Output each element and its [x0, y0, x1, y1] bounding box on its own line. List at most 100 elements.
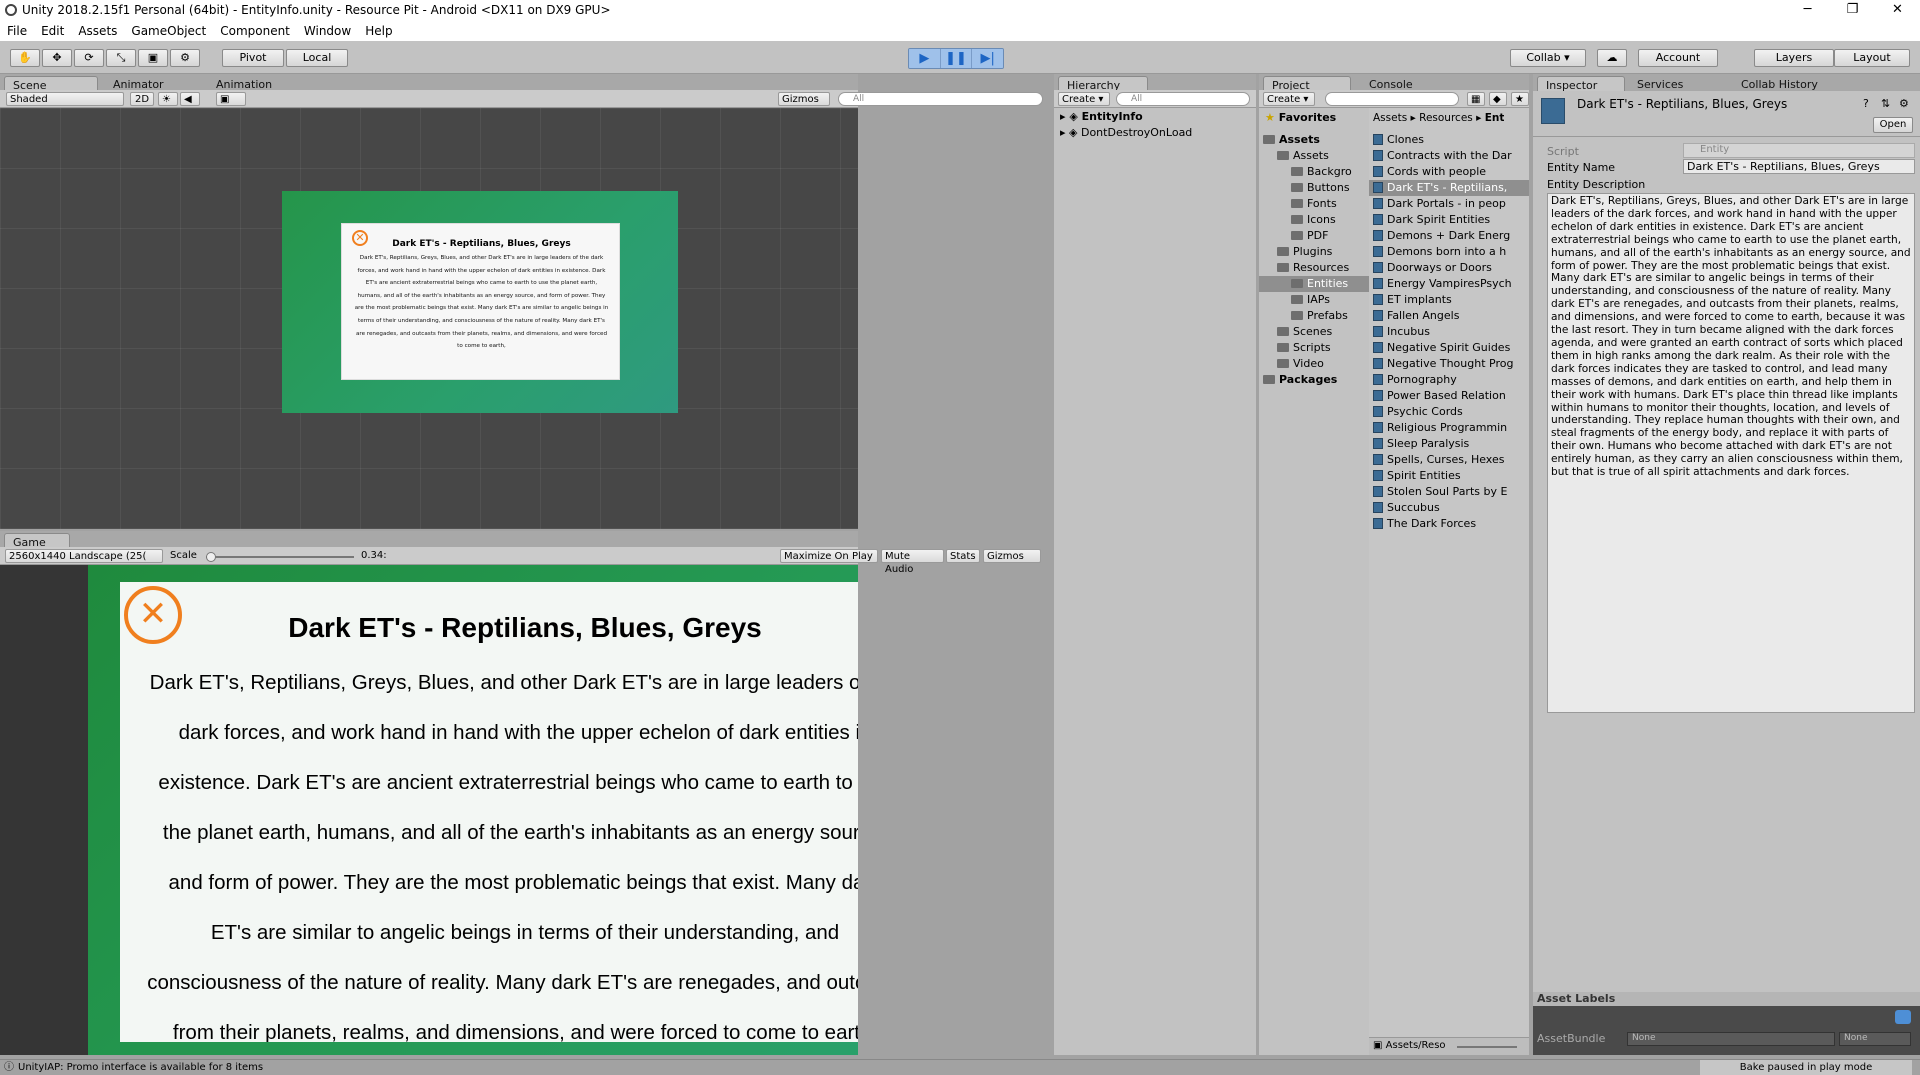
assetbundle-name-dropdown[interactable]: None — [1627, 1032, 1835, 1046]
asset-file-item[interactable]: Succubus — [1369, 500, 1529, 516]
folder-tree-item[interactable]: Plugins — [1259, 244, 1369, 260]
game-view[interactable]: ✕ Dark ET's - Reptilians, Blues, Greys D… — [0, 565, 858, 1055]
layers-dropdown[interactable]: Layers — [1754, 49, 1834, 67]
asset-file-item[interactable]: Demons + Dark Energ — [1369, 228, 1529, 244]
asset-file-item[interactable]: Negative Spirit Guides — [1369, 340, 1529, 356]
folder-tree-item[interactable]: Entities — [1259, 276, 1369, 292]
status-message[interactable]: UnityIAP: Promo interface is available f… — [18, 1060, 263, 1075]
scene-view[interactable]: ✕ Dark ET's - Reptilians, Blues, Greys D… — [0, 108, 858, 529]
folder-tree-item[interactable]: Icons — [1259, 212, 1369, 228]
collab-button[interactable]: Collab ▾ — [1510, 49, 1586, 67]
asset-file-item[interactable]: Fallen Angels — [1369, 308, 1529, 324]
menu-gameobject[interactable]: GameObject — [124, 24, 213, 38]
scene-search-input[interactable]: All — [838, 92, 1043, 106]
menu-edit[interactable]: Edit — [34, 24, 71, 38]
lighting-icon[interactable]: ☀ — [158, 92, 178, 106]
filter-label-icon[interactable]: ◆ — [1489, 92, 1507, 106]
project-create-dropdown[interactable]: Create ▾ — [1263, 92, 1315, 106]
resolution-dropdown[interactable]: 2560x1440 Landscape (25( — [5, 549, 163, 563]
preset-icon[interactable]: ⇅ — [1881, 97, 1890, 110]
play-button[interactable]: ▶ — [909, 49, 941, 68]
transform-tool-icon[interactable]: ⚙ — [170, 49, 200, 67]
favorites-item[interactable]: ★ Favorites — [1265, 110, 1336, 126]
hierarchy-item-dontdestroyonload[interactable]: ▸ ◈ DontDestroyOnLoad — [1060, 125, 1192, 141]
asset-file-item[interactable]: Stolen Soul Parts by E — [1369, 484, 1529, 500]
asset-file-item[interactable]: Contracts with the Dar — [1369, 148, 1529, 164]
scene-gizmos-dropdown[interactable]: Gizmos ▾ — [778, 92, 830, 118]
pause-button[interactable]: ❚❚ — [940, 49, 973, 68]
asset-file-item[interactable]: Psychic Cords — [1369, 404, 1529, 420]
asset-file-item[interactable]: Pornography — [1369, 372, 1529, 388]
audio-icon[interactable]: ◀ — [180, 92, 200, 106]
local-button[interactable]: Local — [286, 49, 348, 67]
asset-file-item[interactable]: Spirit Entities — [1369, 468, 1529, 484]
hierarchy-create-dropdown[interactable]: Create ▾ — [1058, 92, 1110, 106]
folder-tree-item[interactable]: Backgro — [1259, 164, 1369, 180]
asset-file-item[interactable]: Incubus — [1369, 324, 1529, 340]
2d-toggle[interactable]: 2D — [130, 92, 154, 106]
asset-file-item[interactable]: Energy VampiresPsych — [1369, 276, 1529, 292]
breadcrumb-item[interactable]: Ent — [1485, 112, 1505, 124]
folder-tree-item[interactable]: PDF — [1259, 228, 1369, 244]
folder-tree-item[interactable]: Buttons — [1259, 180, 1369, 196]
asset-file-item[interactable]: Spells, Curses, Hexes — [1369, 452, 1529, 468]
folder-tree-item[interactable]: Fonts — [1259, 196, 1369, 212]
menu-component[interactable]: Component — [213, 24, 297, 38]
account-dropdown[interactable]: Account — [1638, 49, 1718, 67]
favorite-star-icon[interactable]: ★ — [1511, 92, 1529, 106]
folder-tree-item[interactable]: Prefabs — [1259, 308, 1369, 324]
maximize-button[interactable]: ❐ — [1830, 0, 1875, 21]
menu-assets[interactable]: Assets — [71, 24, 124, 38]
effects-icon[interactable]: ▣ — [216, 92, 246, 106]
icon-size-slider[interactable] — [1457, 1046, 1517, 1048]
game-gizmos-dropdown[interactable]: Gizmos — [983, 549, 1041, 563]
menu-help[interactable]: Help — [358, 24, 399, 38]
pivot-button[interactable]: Pivot — [222, 49, 284, 67]
rotate-tool-icon[interactable]: ⟳ — [74, 49, 104, 67]
breadcrumb-item[interactable]: Assets — [1373, 112, 1407, 124]
cloud-icon[interactable]: ☁ — [1597, 49, 1627, 67]
asset-file-item[interactable]: Sleep Paralysis — [1369, 436, 1529, 452]
gear-icon[interactable]: ⚙ — [1899, 97, 1909, 110]
asset-file-item[interactable]: Religious Programmin — [1369, 420, 1529, 436]
breadcrumb-item[interactable]: Resources — [1419, 112, 1473, 124]
filter-type-icon[interactable]: ▦ — [1467, 92, 1485, 106]
asset-file-item[interactable]: ET implants — [1369, 292, 1529, 308]
menu-window[interactable]: Window — [297, 24, 358, 38]
folder-tree-item[interactable]: Assets — [1259, 132, 1369, 148]
hierarchy-search-input[interactable]: All — [1116, 92, 1250, 106]
asset-file-item[interactable]: Power Based Relation — [1369, 388, 1529, 404]
asset-file-item[interactable]: Negative Thought Prog — [1369, 356, 1529, 372]
asset-file-item[interactable]: Dark Portals - in peop — [1369, 196, 1529, 212]
minimize-button[interactable]: ─ — [1785, 0, 1830, 21]
asset-file-item[interactable]: The Dark Forces — [1369, 516, 1529, 532]
open-button[interactable]: Open — [1873, 117, 1913, 133]
asset-file-item[interactable]: Doorways or Doors — [1369, 260, 1529, 276]
help-icon[interactable]: ? — [1863, 97, 1869, 110]
mute-audio-toggle[interactable]: Mute Audio — [881, 549, 944, 575]
entity-description-textarea[interactable]: Dark ET's, Reptilians, Greys, Blues, and… — [1547, 193, 1915, 713]
scale-slider[interactable] — [206, 552, 354, 562]
folder-tree-item[interactable]: Scenes — [1259, 324, 1369, 340]
stats-toggle[interactable]: Stats — [946, 549, 980, 563]
folder-tree-item[interactable]: Resources — [1259, 260, 1369, 276]
folder-tree-item[interactable]: Scripts — [1259, 340, 1369, 356]
asset-file-item[interactable]: Cords with people — [1369, 164, 1529, 180]
asset-file-item[interactable]: Dark Spirit Entities — [1369, 212, 1529, 228]
folder-tree-item[interactable]: Video — [1259, 356, 1369, 372]
menu-file[interactable]: File — [0, 24, 34, 38]
folder-tree-item[interactable]: Packages — [1259, 372, 1369, 388]
asset-file-item[interactable]: Clones — [1369, 132, 1529, 148]
asset-file-item[interactable]: Dark ET's - Reptilians, — [1369, 180, 1529, 196]
hand-tool-icon[interactable]: ✋ — [10, 49, 40, 67]
hierarchy-item-entityinfo[interactable]: ▸ ◈ EntityInfo — [1060, 109, 1143, 125]
folder-tree-item[interactable]: Assets — [1259, 148, 1369, 164]
asset-file-item[interactable]: Demons born into a h — [1369, 244, 1529, 260]
move-tool-icon[interactable]: ✥ — [42, 49, 72, 67]
entity-name-input[interactable]: Dark ET's - Reptilians, Blues, Greys — [1683, 159, 1915, 174]
close-button[interactable]: ✕ — [1875, 0, 1920, 21]
folder-tree-item[interactable]: IAPs — [1259, 292, 1369, 308]
step-button[interactable]: ▶| — [972, 49, 1003, 68]
scale-tool-icon[interactable]: ⤡ — [106, 49, 136, 67]
label-tag-icon[interactable] — [1895, 1010, 1911, 1024]
